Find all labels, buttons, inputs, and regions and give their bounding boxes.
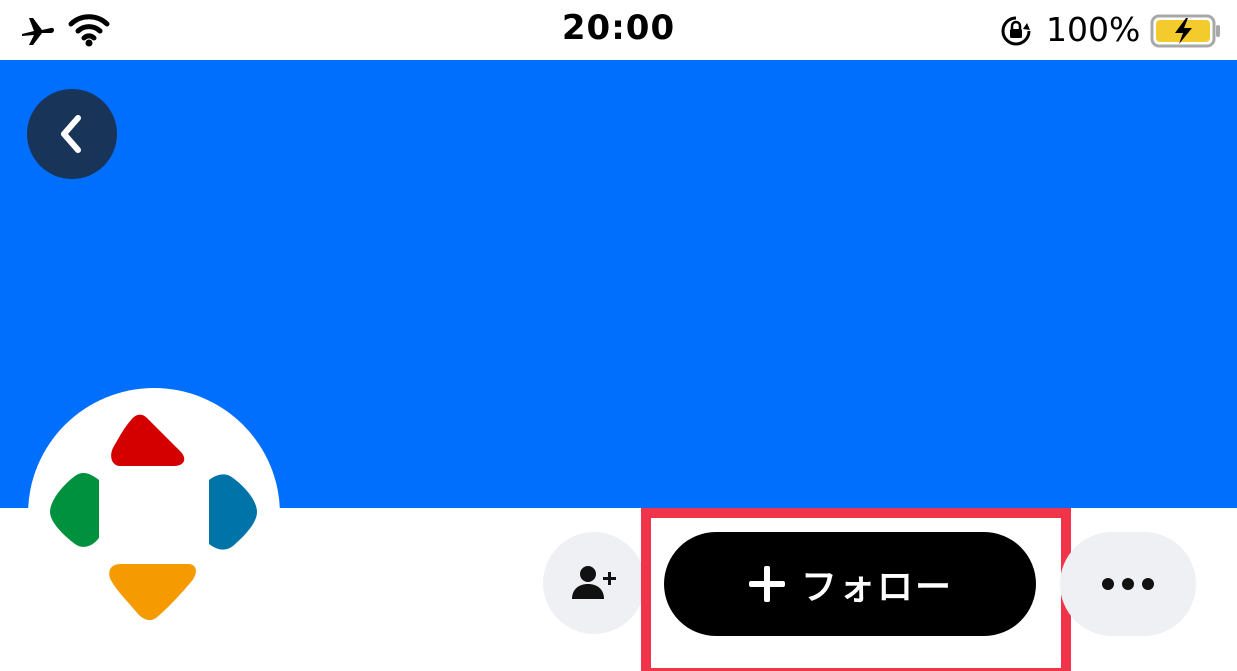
battery-charging-icon xyxy=(1150,14,1220,48)
orientation-lock-icon xyxy=(1001,16,1031,46)
follow-button[interactable]: フォロー xyxy=(664,532,1036,636)
plus-icon xyxy=(748,566,785,602)
back-button[interactable] xyxy=(27,89,117,179)
add-friend-button[interactable] xyxy=(543,532,645,634)
battery-percent: 100% xyxy=(1046,10,1141,49)
screen: 20:00 100% フォロー xyxy=(0,0,1237,671)
chevron-left-icon xyxy=(61,115,81,153)
profile-avatar[interactable] xyxy=(28,388,280,640)
person-add-icon xyxy=(572,566,616,599)
dpad-logo-icon xyxy=(50,414,257,621)
more-options-button[interactable] xyxy=(1060,532,1196,636)
status-bar: 20:00 100% xyxy=(0,0,1237,60)
follow-label: フォロー xyxy=(800,567,953,608)
ellipsis-icon xyxy=(1102,578,1154,590)
